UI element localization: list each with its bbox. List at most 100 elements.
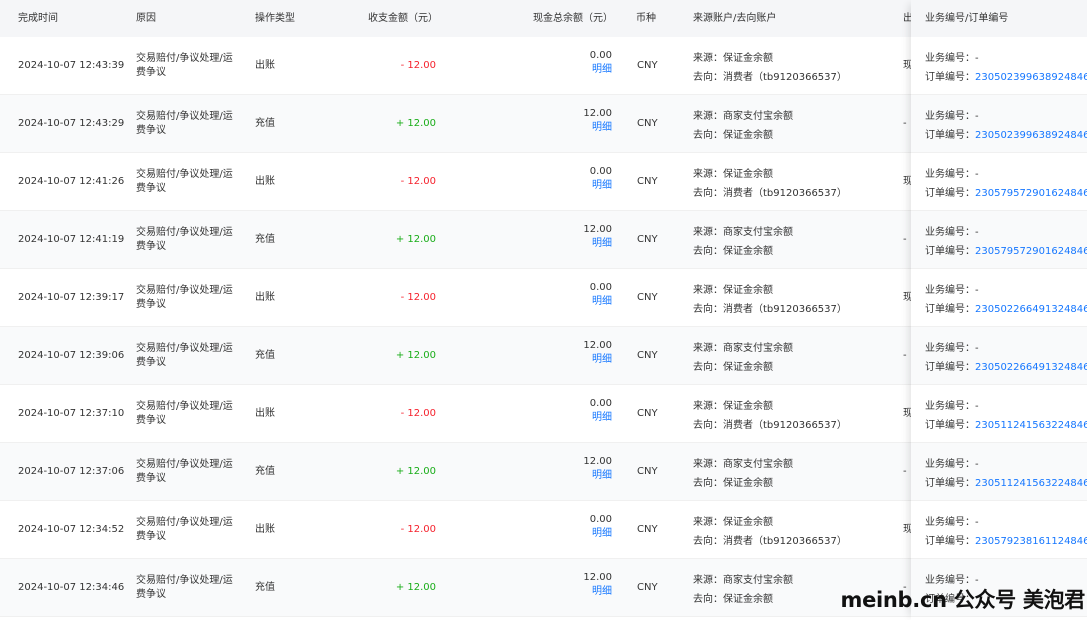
order-number-link[interactable]: 2305112415632248469 [975, 478, 1087, 489]
row-dest: 去向：保证金余额 [693, 594, 773, 605]
detail-link[interactable]: 明细 [520, 237, 612, 251]
order-number-link[interactable]: 2305022664913248469 [975, 362, 1087, 373]
row-order: 订单编号：2305112415632248469 [925, 416, 1087, 435]
row-biz-no: 业务编号：- [925, 459, 979, 470]
row-extra: - [903, 466, 907, 477]
row-order: 订单编号：2305795729016248469 [925, 184, 1087, 203]
row-amount: + 12.00 [395, 350, 436, 361]
row-biz-no: 业务编号：- [925, 111, 979, 122]
row-order-label: 订单编号： [925, 536, 975, 547]
row-currency: CNY [637, 466, 658, 477]
header-balance: 现金总余额（元） [533, 13, 613, 24]
detail-link[interactable]: 明细 [520, 179, 612, 193]
row-order-label: 订单编号： [925, 420, 975, 431]
row-source: 来源：商家支付宝余额 [693, 459, 793, 470]
row-account: 来源：保证金余额 去向：消费者（tb9120366537） [693, 397, 847, 435]
fixed-row: 业务编号：- 订单编号：2305022664913248469 [911, 269, 1087, 327]
row-currency: CNY [637, 582, 658, 593]
row-time: 2024-10-07 12:34:52 [18, 524, 125, 535]
row-account: 来源：保证金余额去向：消费者（tb9120366537） [693, 513, 847, 551]
row-source: 来源：商家支付宝余额 [693, 575, 793, 586]
row-amount: + 12.00 [395, 582, 436, 593]
row-dest: 去向：消费者（tb9120366537） [693, 188, 847, 199]
row-balance-value: 12.00 [583, 572, 612, 583]
detail-link[interactable]: 明细 [520, 295, 612, 309]
order-number-link[interactable]: 2305795729016248469 [975, 246, 1087, 257]
row-order: 订单编号：2305022664913248469 [925, 300, 1087, 319]
row-currency: CNY [637, 60, 658, 71]
row-source: 来源：商家支付宝余额 [693, 111, 793, 122]
row-reason: 交易赔付/争议处理/运费争议 [136, 285, 233, 310]
row-amount: + 12.00 [395, 118, 436, 129]
row-order-label: 订单编号： [925, 246, 975, 257]
row-balance: 0.00 明细 [520, 397, 612, 425]
row-biz: 业务编号：- 订单编号：2305022664913248469 [925, 339, 1087, 377]
detail-link[interactable]: 明细 [520, 469, 612, 483]
fixed-right-column: 业务编号/订单编号 业务编号：- 订单编号：2305023996389248469… [911, 0, 1087, 620]
order-number-link[interactable]: 2305795729016248469 [975, 188, 1087, 199]
row-amount: + 12.00 [395, 466, 436, 477]
row-account: 来源：保证金余额 去向：消费者（tb9120366537） [693, 165, 847, 203]
row-order-label: 订单编号： [925, 304, 975, 315]
row-order-label: 订单编号： [925, 362, 975, 373]
row-time: 2024-10-07 12:39:17 [18, 292, 125, 303]
row-reason: 交易赔付/争议处理/运费争议 [136, 53, 233, 78]
row-balance: 12.00 明细 [520, 339, 612, 367]
row-biz: 业务编号：- 订单编号：2305112415632248469 [925, 397, 1087, 435]
fixed-row: 业务编号：- 订单编号：2305023996389248469 [911, 37, 1087, 95]
row-time: 2024-10-07 12:41:26 [18, 176, 125, 187]
row-reason: 交易赔付/争议处理/运费争议 [136, 227, 233, 252]
row-currency: CNY [637, 234, 658, 245]
row-dest: 去向：消费者（tb9120366537） [693, 536, 847, 547]
row-op-type: 出账 [255, 408, 275, 419]
detail-link[interactable]: 明细 [520, 121, 612, 135]
detail-link[interactable]: 明细 [520, 353, 612, 367]
detail-link[interactable]: 明细 [520, 411, 612, 425]
row-reason: 交易赔付/争议处理/运费争议 [136, 401, 233, 426]
order-number-link[interactable]: 2305023996389248469 [975, 130, 1087, 141]
row-reason: 交易赔付/争议处理/运费争议 [136, 459, 233, 484]
header-currency: 币种 [636, 13, 656, 24]
row-balance: 0.00 明细 [520, 513, 612, 541]
row-biz-no: 业务编号：- [925, 517, 979, 528]
order-number-link[interactable]: 2305022664913248469 [975, 304, 1087, 315]
row-order: 订单编号：2305022664913248469 [925, 358, 1087, 377]
row-amount: - 12.00 [400, 176, 436, 187]
row-account: 来源：商家支付宝余额 去向：保证金余额 [693, 455, 793, 493]
row-balance-value: 12.00 [583, 224, 612, 235]
row-biz-no: 业务编号：- [925, 285, 979, 296]
row-biz-no: 业务编号：- [925, 343, 979, 354]
detail-link[interactable]: 明细 [520, 527, 612, 541]
row-balance: 0.00 明细 [520, 165, 612, 193]
row-biz: 业务编号：- 订单编号：2305792381611248469 [925, 513, 1087, 551]
detail-link[interactable]: 明细 [520, 585, 612, 599]
order-number-link[interactable]: 2305792381611248469 [975, 536, 1087, 547]
row-reason: 交易赔付/争议处理/运费争议 [136, 169, 233, 194]
row-balance: 12.00 明细 [520, 107, 612, 135]
order-number-link[interactable]: 2305023996389248469 [975, 72, 1087, 83]
header-time: 完成时间 [18, 13, 58, 24]
row-biz-no: 业务编号：- [925, 401, 979, 412]
detail-link[interactable]: 明细 [520, 63, 612, 77]
row-biz: 业务编号：- 订单编号：2305023996389248469 [925, 107, 1087, 145]
order-number-link[interactable]: 2305112415632248469 [975, 420, 1087, 431]
row-balance: 12.00 明细 [520, 571, 612, 599]
row-source: 来源：保证金余额 [693, 517, 773, 528]
row-dest: 去向：保证金余额 [693, 362, 773, 373]
row-extra: - [903, 118, 907, 129]
row-time: 2024-10-07 12:43:39 [18, 60, 125, 71]
row-balance-value: 12.00 [583, 340, 612, 351]
row-order: 订单编号：2305023996389248469 [925, 68, 1087, 87]
fixed-row: 业务编号：- 订单编号：2305792381611248469 [911, 501, 1087, 559]
fixed-row: 业务编号：- 订单编号：2305795729016248469 [911, 153, 1087, 211]
row-dest: 去向：保证金余额 [693, 478, 773, 489]
row-op-type: 出账 [255, 524, 275, 535]
row-source: 来源：商家支付宝余额 [693, 343, 793, 354]
row-time: 2024-10-07 12:34:46 [18, 582, 125, 593]
row-op-type: 充值 [255, 582, 275, 593]
fixed-row: 业务编号：- 订单编号：2305023996389248469 [911, 95, 1087, 153]
row-time: 2024-10-07 12:43:29 [18, 118, 125, 129]
row-balance-value: 0.00 [589, 282, 612, 293]
row-op-type: 出账 [255, 176, 275, 187]
row-order-label: 订单编号： [925, 478, 975, 489]
